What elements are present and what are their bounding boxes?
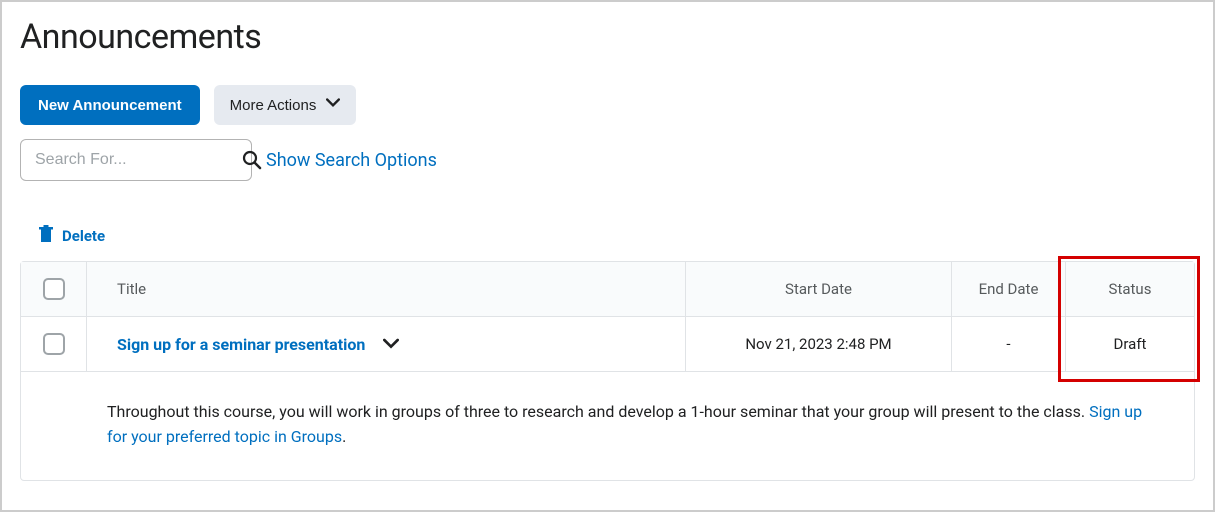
description-suffix: . bbox=[342, 427, 346, 446]
delete-label: Delete bbox=[62, 227, 105, 245]
chevron-down-icon bbox=[326, 96, 340, 114]
show-search-options-link[interactable]: Show Search Options bbox=[266, 150, 437, 171]
new-announcement-button[interactable]: New Announcement bbox=[20, 85, 200, 125]
description-text: Throughout this course, you will work in… bbox=[107, 402, 1089, 421]
table-header: Title Start Date End Date Status bbox=[21, 262, 1194, 317]
more-actions-label: More Actions bbox=[230, 97, 317, 114]
header-end-date: End Date bbox=[952, 262, 1066, 316]
row-checkbox-cell bbox=[21, 317, 87, 371]
page-title: Announcements bbox=[20, 17, 1195, 57]
header-start-date: Start Date bbox=[686, 262, 952, 316]
row-end-date: - bbox=[952, 317, 1066, 371]
search-row: Show Search Options bbox=[20, 139, 1195, 181]
toolbar: New Announcement More Actions bbox=[20, 85, 1195, 125]
table-row: Sign up for a seminar presentation Nov 2… bbox=[21, 317, 1194, 372]
search-input[interactable] bbox=[35, 151, 242, 169]
search-box bbox=[20, 139, 252, 181]
header-title: Title bbox=[87, 262, 686, 316]
announcements-table: Title Start Date End Date Status Sign up… bbox=[20, 261, 1195, 481]
row-checkbox[interactable] bbox=[43, 333, 65, 355]
row-status: Draft bbox=[1066, 317, 1194, 371]
more-actions-button[interactable]: More Actions bbox=[214, 85, 357, 125]
row-start-date: Nov 21, 2023 2:48 PM bbox=[686, 317, 952, 371]
header-status: Status bbox=[1066, 262, 1194, 316]
search-icon[interactable] bbox=[242, 150, 262, 170]
select-all-checkbox[interactable] bbox=[43, 278, 65, 300]
header-checkbox-cell bbox=[21, 262, 87, 316]
row-actions-dropdown[interactable] bbox=[383, 338, 399, 350]
delete-button[interactable]: Delete bbox=[38, 225, 1195, 247]
announcement-title-link[interactable]: Sign up for a seminar presentation bbox=[117, 335, 365, 354]
row-title-cell: Sign up for a seminar presentation bbox=[87, 317, 686, 371]
announcement-description: Throughout this course, you will work in… bbox=[21, 372, 1194, 480]
trash-icon bbox=[38, 225, 54, 247]
